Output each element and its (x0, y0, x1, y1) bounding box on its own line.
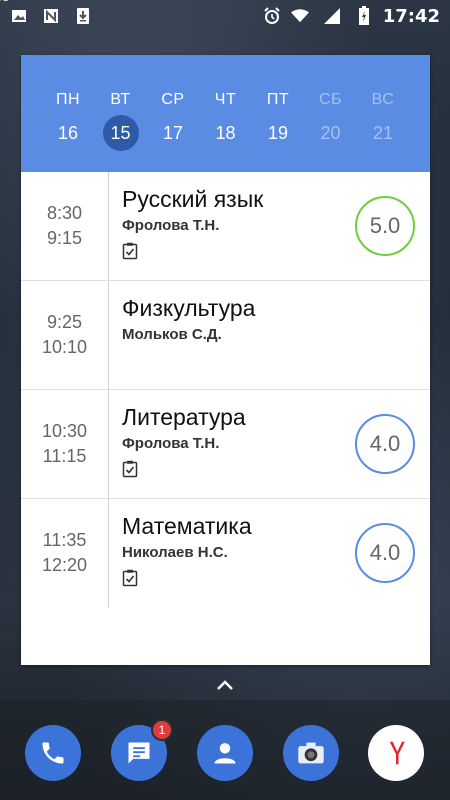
homework-clipboard-icon (122, 242, 138, 260)
day-name: СР (161, 91, 185, 108)
day-number: 21 (372, 122, 394, 143)
day-name: ВТ (110, 91, 131, 108)
lesson-teacher: Мольков С.Д. (122, 326, 222, 343)
day-mon[interactable]: ПН 16 (47, 91, 89, 172)
day-number: 15 (102, 115, 139, 151)
wifi-icon (290, 7, 309, 25)
lesson-end-time: 12:20 (41, 555, 88, 575)
day-name: ПТ (266, 91, 290, 108)
lesson-time: 10:30 11:15 (21, 390, 109, 498)
clock-time: 17:42 (382, 5, 440, 27)
camera-app-button[interactable] (283, 725, 339, 781)
day-tue-selected[interactable]: ВТ 15 (100, 91, 142, 172)
yandex-app-button[interactable] (368, 725, 424, 781)
camera-icon (298, 742, 324, 764)
lesson-start-time: 9:25 (46, 312, 83, 332)
alarm-icon (263, 7, 281, 25)
lesson-list: 8:30 9:15 Русский язык Фролова Т.Н. 5.0 … (21, 172, 430, 608)
lesson-end-time: 11:15 (42, 446, 87, 466)
lesson-start-time: 10:30 (41, 421, 88, 441)
download-icon (74, 7, 92, 25)
app-dock: 1 (0, 700, 450, 800)
status-bar: 3G 17:42 (0, 0, 450, 32)
day-number: 20 (320, 122, 341, 143)
grade-badge: 5.0 (355, 196, 415, 256)
lesson-end-time: 9:15 (46, 228, 83, 248)
network-type-label: 3G (0, 0, 9, 4)
day-number: 19 (267, 122, 289, 143)
grade-badge: 4.0 (355, 523, 415, 583)
day-fri[interactable]: ПТ 19 (257, 91, 299, 172)
week-day-selector: ПН 16 ВТ 15 СР 17 ЧТ 18 ПТ 19 СБ 20 ВС 2… (21, 55, 430, 172)
lesson-info: Физкультура Мольков С.Д. (109, 281, 430, 389)
schedule-widget: ПН 16 ВТ 15 СР 17 ЧТ 18 ПТ 19 СБ 20 ВС 2… (21, 55, 430, 665)
day-name: ПН (55, 91, 81, 108)
lesson-subject: Физкультура (122, 295, 256, 321)
messages-icon (128, 742, 150, 764)
grade-badge: 4.0 (355, 414, 415, 474)
phone-app-button[interactable] (25, 725, 81, 781)
day-number: 16 (57, 122, 79, 143)
image-icon (10, 7, 28, 25)
yandex-icon (389, 741, 405, 765)
day-number: 17 (162, 122, 184, 143)
contacts-app-button[interactable] (197, 725, 253, 781)
n-app-icon (42, 7, 60, 25)
day-name: ЧТ (214, 91, 237, 108)
lesson-row[interactable]: 8:30 9:15 Русский язык Фролова Т.Н. 5.0 (21, 172, 430, 281)
day-wed[interactable]: СР 17 (152, 91, 194, 172)
day-thu[interactable]: ЧТ 18 (205, 91, 247, 172)
homework-clipboard-icon (122, 460, 138, 478)
lesson-time: 9:25 10:10 (21, 281, 109, 389)
notification-badge: 1 (151, 719, 173, 741)
day-sun[interactable]: ВС 21 (362, 91, 404, 172)
lesson-start-time: 11:35 (42, 530, 87, 550)
lesson-row[interactable]: 11:35 12:20 Математика Николаев Н.С. 4.0 (21, 499, 430, 608)
signal-icon: 3G (0, 0, 345, 25)
lesson-row[interactable]: 10:30 11:15 Литература Фролова Т.Н. 4.0 (21, 390, 430, 499)
battery-icon (355, 6, 373, 25)
messages-app-button[interactable]: 1 (111, 719, 173, 781)
lesson-time: 8:30 9:15 (21, 172, 109, 280)
day-name: ВС (371, 91, 395, 108)
contacts-icon (214, 743, 236, 764)
homework-clipboard-icon (122, 569, 138, 587)
day-name: СБ (318, 91, 343, 108)
lesson-end-time: 10:10 (41, 337, 88, 357)
lesson-row[interactable]: 9:25 10:10 Физкультура Мольков С.Д. (21, 281, 430, 390)
chevron-up-icon[interactable] (215, 678, 235, 692)
lesson-time: 11:35 12:20 (21, 499, 109, 608)
lesson-start-time: 8:30 (46, 203, 83, 223)
day-sat[interactable]: СБ 20 (310, 91, 352, 172)
phone-icon (42, 742, 64, 764)
day-number: 18 (215, 122, 236, 143)
